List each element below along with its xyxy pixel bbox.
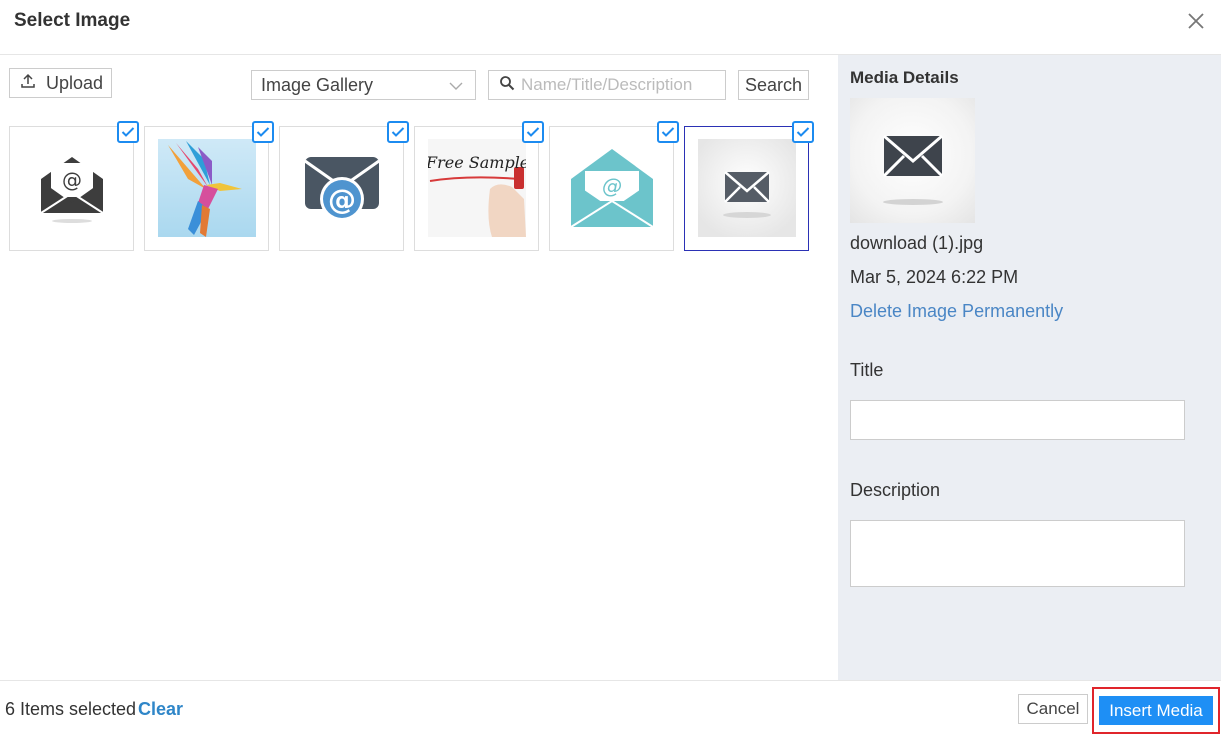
envelope-at-icon: @ bbox=[293, 139, 391, 237]
gallery-panel: Upload Image Gallery Search @ bbox=[0, 55, 838, 680]
open-envelope-at-icon: @ bbox=[23, 139, 121, 237]
media-details-heading: Media Details bbox=[850, 68, 959, 87]
colorful-hummingbird-image bbox=[158, 139, 256, 237]
teal-envelope-at-icon: @ bbox=[563, 139, 661, 237]
upload-button[interactable]: Upload bbox=[9, 68, 112, 98]
title-input[interactable] bbox=[850, 400, 1185, 440]
checkbox-checked-icon[interactable] bbox=[792, 121, 814, 143]
media-preview-image bbox=[850, 98, 975, 223]
free-sample-handwriting-image: Free Sample bbox=[428, 139, 526, 237]
upload-icon bbox=[20, 73, 36, 94]
image-tile[interactable] bbox=[144, 121, 274, 251]
delete-image-link[interactable]: Delete Image Permanently bbox=[850, 301, 1063, 322]
checkbox-checked-icon[interactable] bbox=[252, 121, 274, 143]
dialog-footer: 6 Items selected Clear Cancel Insert Med… bbox=[0, 680, 1221, 734]
image-tile[interactable]: @ bbox=[549, 121, 679, 251]
search-icon bbox=[499, 75, 515, 96]
insert-media-button[interactable]: Insert Media bbox=[1099, 696, 1213, 725]
cancel-button[interactable]: Cancel bbox=[1018, 694, 1088, 724]
media-details-panel: Media Details download (1).jpg Mar 5, 20… bbox=[838, 55, 1221, 680]
selected-count: 6 Items selected bbox=[5, 699, 137, 719]
dialog-header: Select Image bbox=[0, 0, 1221, 55]
description-label: Description bbox=[850, 480, 941, 500]
search-input[interactable] bbox=[521, 75, 721, 95]
checkbox-checked-icon[interactable] bbox=[522, 121, 544, 143]
free-sample-text: Free Sample bbox=[428, 153, 526, 172]
title-label: Title bbox=[850, 360, 884, 380]
image-tile[interactable]: Free Sample bbox=[414, 121, 544, 251]
search-box[interactable] bbox=[488, 70, 726, 100]
dialog-title: Select Image bbox=[14, 10, 131, 31]
description-input[interactable] bbox=[850, 520, 1185, 587]
gallery-select-value: Image Gallery bbox=[261, 74, 374, 95]
close-icon[interactable] bbox=[1185, 10, 1207, 32]
upload-label: Upload bbox=[46, 72, 104, 93]
grey-envelope-icon bbox=[698, 139, 796, 237]
gallery-select[interactable]: Image Gallery bbox=[251, 70, 476, 100]
insert-media-highlight: Insert Media bbox=[1092, 687, 1220, 734]
file-date: Mar 5, 2024 6:22 PM bbox=[850, 267, 1019, 287]
checkbox-checked-icon[interactable] bbox=[657, 121, 679, 143]
svg-text:@: @ bbox=[328, 183, 356, 216]
image-tile-active[interactable] bbox=[684, 121, 814, 251]
svg-text:@: @ bbox=[602, 174, 622, 198]
chevron-down-icon bbox=[449, 75, 463, 96]
image-tile[interactable]: @ bbox=[9, 121, 139, 251]
image-tile[interactable]: @ bbox=[279, 121, 409, 251]
search-button[interactable]: Search bbox=[738, 70, 809, 100]
clear-selection-link[interactable]: Clear bbox=[138, 699, 183, 720]
checkbox-checked-icon[interactable] bbox=[117, 121, 139, 143]
file-name: download (1).jpg bbox=[850, 233, 984, 253]
checkbox-checked-icon[interactable] bbox=[387, 121, 409, 143]
svg-text:@: @ bbox=[62, 168, 82, 192]
